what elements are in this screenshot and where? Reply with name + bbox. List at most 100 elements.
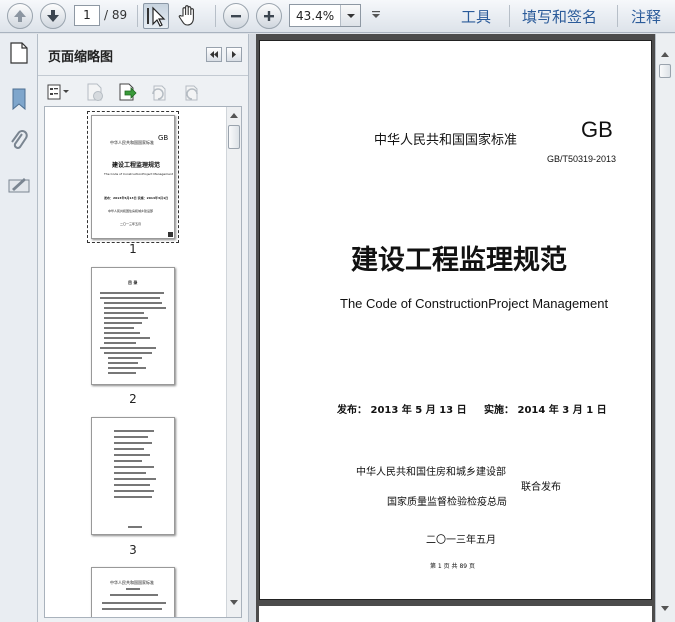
document-page-1: 中华人民共和国国家标准 GB GB/T50319-2013 建设工程监理规范 T… <box>259 40 652 600</box>
scroll-down-arrow-icon[interactable] <box>230 600 238 605</box>
thumb-text-line <box>126 588 140 590</box>
zoom-value: 43.4% <box>296 9 335 23</box>
options-menu-button[interactable] <box>46 82 72 102</box>
page-thumbnails-tab[interactable] <box>6 40 32 66</box>
separator <box>509 5 510 27</box>
bookmark-icon <box>12 88 26 111</box>
scrollbar-thumb[interactable] <box>228 125 240 149</box>
thumbnail-page-2[interactable]: 目 录 <box>91 267 175 385</box>
standard-title: 中华人民共和国国家标准 <box>374 133 518 148</box>
fill-sign-link[interactable]: 填写和签名 <box>522 6 597 27</box>
zoom-dropdown-button[interactable] <box>340 5 360 26</box>
page-total: / 89 <box>104 8 128 22</box>
document-title: 建设工程监理规范 <box>351 245 567 276</box>
thumbnail-page-1[interactable]: 中华人民共和国国家标准 GB 建设工程监理规范 The Code of Cons… <box>87 111 179 243</box>
document-page-2 <box>259 606 652 622</box>
thumbnail-panel: 页面缩略图 中华人民共和国国家标准 GB 建设工程监理规范 The Code o… <box>38 34 248 622</box>
thumb-text-line <box>102 608 162 610</box>
zoom-in-button[interactable] <box>256 3 282 29</box>
thumb-text-line <box>102 602 166 604</box>
hand-tool-button[interactable] <box>176 3 202 29</box>
thumb-text-line <box>104 322 142 324</box>
scrollbar-thumb[interactable] <box>659 64 671 78</box>
thumb-text-line <box>114 490 154 492</box>
rotate-ccw-button[interactable] <box>148 82 170 102</box>
thumb-text-line <box>104 302 162 304</box>
thumb-text-line <box>108 362 138 364</box>
thumb-std-title: 中华人民共和国国家标准 <box>110 580 154 585</box>
thumb-main-title: 建设工程监理规范 <box>112 162 161 169</box>
thumb-text-line <box>114 484 150 486</box>
publisher-ministry: 中华人民共和国住房和城乡建设部 <box>356 467 506 478</box>
publisher-aqsiq: 国家质量监督检验检疫总局 <box>387 497 507 508</box>
delete-page-button[interactable] <box>84 82 106 102</box>
attachments-tab[interactable] <box>6 128 32 154</box>
thumb-text-line <box>108 367 146 369</box>
comment-link[interactable]: 注释 <box>631 6 661 27</box>
english-title: The Code of ConstructionProject Manageme… <box>340 296 609 311</box>
thumbnail-number: 1 <box>129 242 137 256</box>
panel-toolbar <box>38 77 248 105</box>
zoom-select[interactable]: 43.4% <box>289 4 361 27</box>
overflow-chevron-icon <box>372 11 380 18</box>
thumb-text-line <box>104 307 166 309</box>
delete-page-icon <box>87 83 103 101</box>
thumbnail-scrollbar[interactable] <box>226 107 241 617</box>
thumb-text-line <box>114 460 142 462</box>
insert-page-icon <box>119 83 137 101</box>
separator <box>137 5 138 27</box>
page-number-input[interactable]: 1 <box>74 5 100 26</box>
insert-page-button[interactable] <box>116 82 138 102</box>
panel-title: 页面缩略图 <box>48 50 114 65</box>
thumbnail-page-3[interactable] <box>91 417 175 535</box>
thumbnail-list[interactable]: 中华人民共和国国家标准 GB 建设工程监理规范 The Code of Cons… <box>44 106 242 618</box>
publish-date: 二〇一三年五月 <box>426 535 496 546</box>
collapse-panel-button[interactable] <box>206 47 222 62</box>
plus-icon <box>264 11 274 21</box>
thumb-text-line <box>114 466 154 468</box>
thumb-text-line <box>114 442 152 444</box>
rotate-left-icon <box>152 85 166 101</box>
toolbar: 1 / 89 43.4% 工具 填写和签名 注释 <box>0 0 675 33</box>
arrow-down-icon <box>47 10 59 22</box>
thumb-text-line <box>128 526 142 528</box>
scroll-up-arrow-icon[interactable] <box>230 113 238 118</box>
bookmarks-tab[interactable] <box>6 86 32 112</box>
zoom-out-button[interactable] <box>223 3 249 29</box>
thumb-text-line <box>100 292 164 294</box>
panel-splitter[interactable] <box>248 34 256 622</box>
thumbnail-page-4[interactable]: 中华人民共和国国家标准 <box>91 567 175 617</box>
effective-date: 实施： 2014 年 3 月 1 日 <box>484 405 607 416</box>
issue-date: 发布： 2013 年 5 月 13 日 <box>337 405 467 416</box>
chevron-down-icon <box>347 14 355 18</box>
scroll-down-arrow-icon[interactable] <box>661 606 669 611</box>
gb-mark: GB <box>581 117 613 142</box>
thumb-text-line <box>110 594 158 596</box>
hand-icon <box>178 5 194 26</box>
next-page-button[interactable] <box>40 3 66 29</box>
thumb-text-line <box>100 297 160 299</box>
arrow-up-icon <box>14 10 26 22</box>
document-viewer[interactable]: 中华人民共和国国家标准 GB GB/T50319-2013 建设工程监理规范 T… <box>256 34 675 622</box>
select-tool-button[interactable] <box>143 3 169 29</box>
rotate-cw-button[interactable] <box>180 82 202 102</box>
tools-link[interactable]: 工具 <box>461 6 491 27</box>
thumb-text-line <box>108 372 136 374</box>
expand-panel-button[interactable] <box>226 47 242 62</box>
thumbnail-number: 2 <box>129 392 137 406</box>
document-scrollbar[interactable] <box>655 34 675 622</box>
thumb-corner-mark <box>168 232 173 237</box>
double-chevron-left-icon <box>210 51 218 58</box>
previous-page-button[interactable] <box>7 3 33 29</box>
scroll-up-arrow-icon[interactable] <box>661 52 669 57</box>
thumb-text-line <box>104 337 150 339</box>
thumb-text-line <box>104 317 148 319</box>
chevron-right-icon <box>232 51 236 58</box>
thumb-text-line <box>104 312 144 314</box>
signatures-tab[interactable] <box>6 172 32 198</box>
toolbar-options-button[interactable] <box>368 3 384 29</box>
thumb-publisher: 中华人民共和国住房和城乡建设部 <box>108 209 154 213</box>
thumb-en-title: The Code of ConstructionProject Manageme… <box>104 172 174 176</box>
thumb-issue-line: 发布：2013年5月13日 实施：2014年3月1日 <box>104 196 169 200</box>
thumb-text-line <box>104 342 136 344</box>
